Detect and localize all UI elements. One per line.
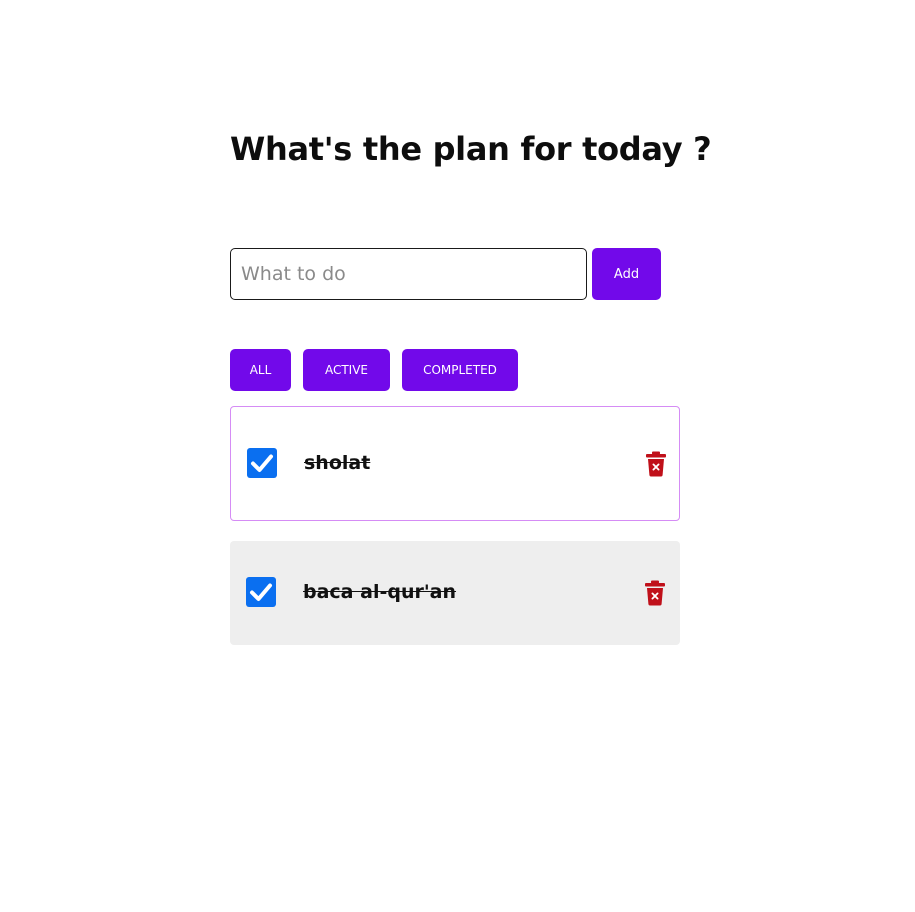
todo-text: baca al-qur'an	[303, 581, 457, 603]
add-todo-form: Add	[230, 248, 680, 300]
filter-completed-button[interactable]: COMPLETED	[402, 349, 518, 391]
todo-item: sholat	[230, 406, 680, 521]
trash-icon	[645, 580, 665, 606]
trash-icon	[646, 451, 666, 477]
filter-all-button[interactable]: ALL	[230, 349, 291, 391]
page-title: What's the plan for today ?	[230, 130, 712, 168]
filter-active-button[interactable]: ACTIVE	[303, 349, 390, 391]
check-icon	[250, 583, 272, 601]
delete-button[interactable]	[645, 451, 667, 477]
add-button[interactable]: Add	[592, 248, 661, 300]
todo-input[interactable]	[230, 248, 587, 300]
delete-button[interactable]	[644, 580, 666, 606]
todo-text: sholat	[304, 452, 371, 474]
todo-checkbox[interactable]	[246, 577, 276, 607]
todo-item: baca al-qur'an	[230, 541, 680, 645]
check-icon	[251, 454, 273, 472]
todo-checkbox[interactable]	[247, 448, 277, 478]
